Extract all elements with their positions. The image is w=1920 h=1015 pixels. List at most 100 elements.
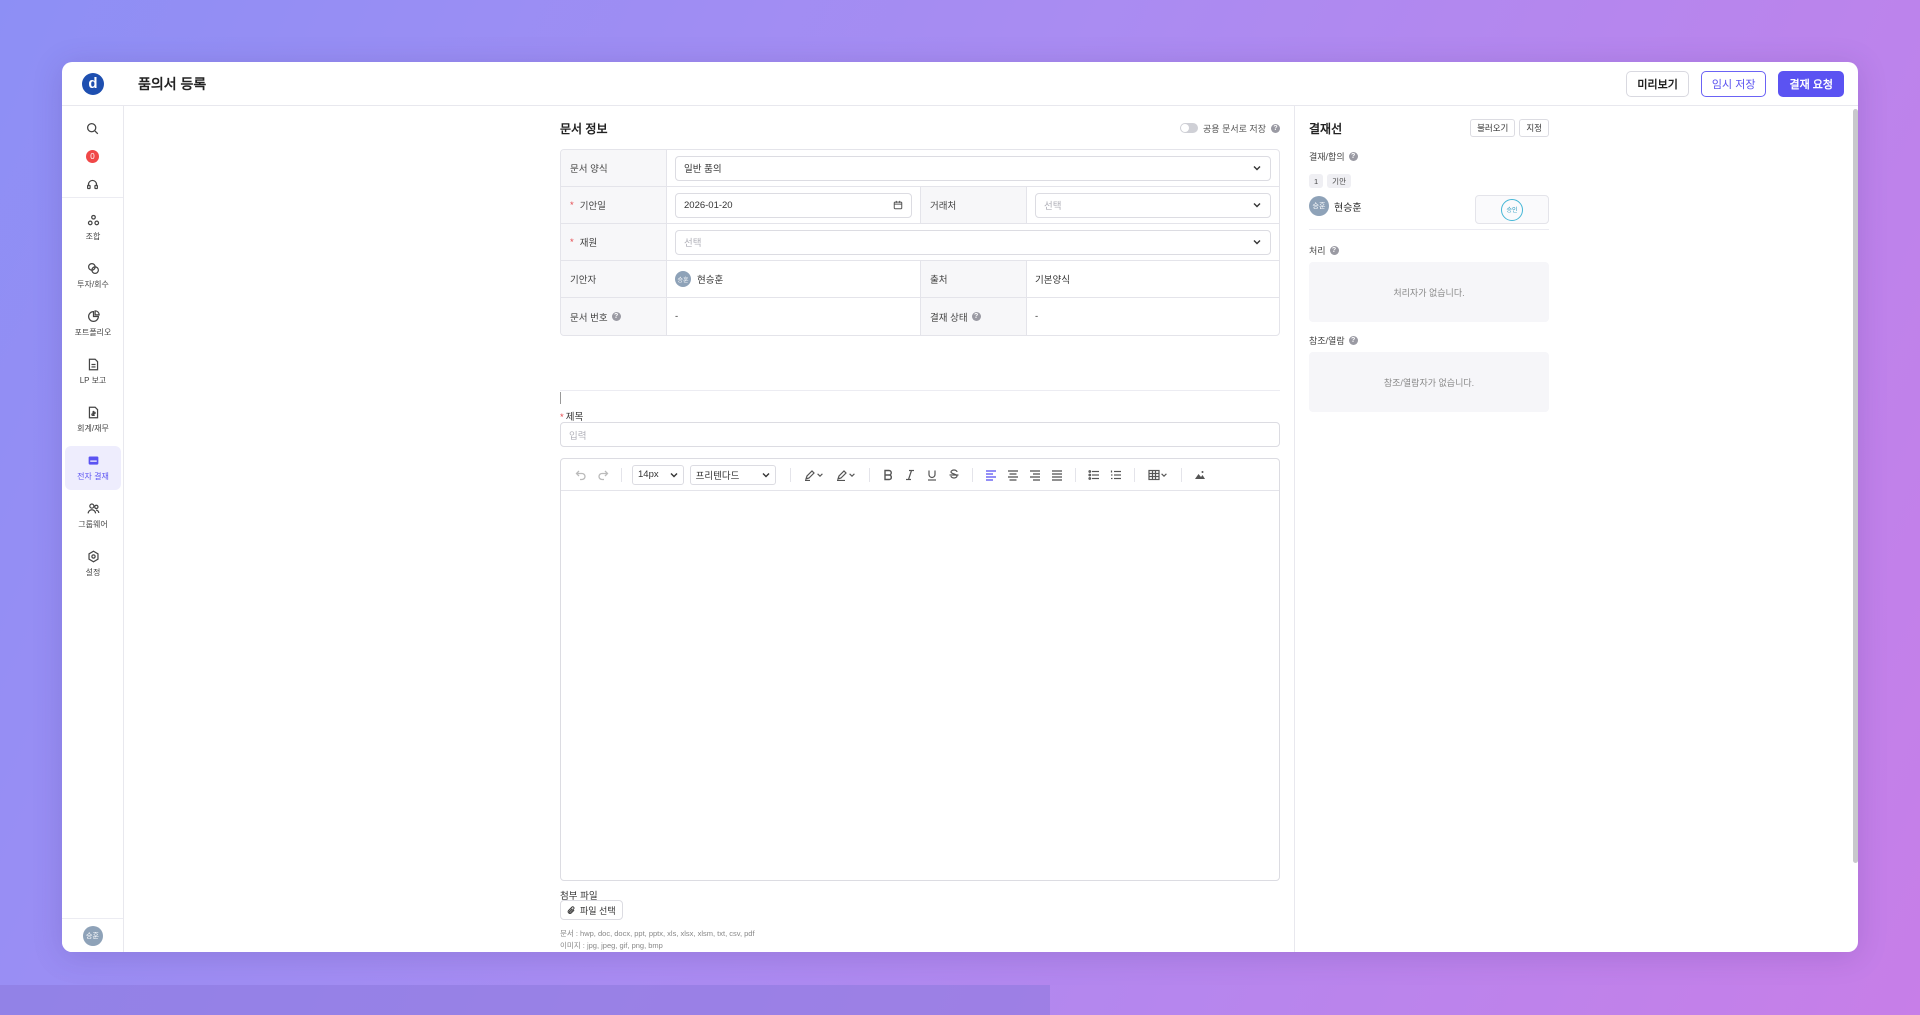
align-right-button[interactable]	[1027, 467, 1043, 483]
align-justify-icon	[1052, 469, 1063, 481]
table-button[interactable]	[1145, 467, 1171, 483]
chevron-down-icon	[817, 472, 824, 477]
help-icon[interactable]: ?	[1329, 246, 1339, 255]
image-icon	[1195, 470, 1206, 479]
redo-button[interactable]	[595, 467, 611, 483]
form-select-value: 일반 품의	[684, 164, 722, 175]
approval-line-buttons: 불러오기 지정	[1470, 119, 1549, 137]
approver: 승훈 현승훈	[1309, 196, 1362, 216]
italic-icon	[906, 469, 915, 480]
align-left-button[interactable]	[983, 467, 999, 483]
highlight-icon	[837, 469, 848, 481]
scrollbar[interactable]	[1853, 109, 1858, 863]
sidebar-bottom: 승훈	[62, 918, 123, 952]
status-label-cell: 결재 상태?	[921, 298, 1027, 335]
help-icon[interactable]: ?	[1348, 152, 1358, 161]
drafter-label: 기안자	[561, 261, 667, 297]
ordered-list-button[interactable]	[1108, 467, 1124, 483]
sidebar-top: 0	[62, 106, 123, 198]
align-center-icon	[1008, 469, 1019, 481]
reference-empty-box: 참조/열람자가 없습니다.	[1309, 352, 1549, 412]
sidebar-item-settings[interactable]: 설정	[65, 542, 121, 586]
align-center-button[interactable]	[1005, 467, 1021, 483]
align-left-icon	[986, 469, 997, 481]
calendar-icon	[893, 200, 903, 210]
preview-button[interactable]: 미리보기	[1626, 71, 1689, 97]
divider	[1309, 229, 1549, 230]
table-row: * 기안일 2026-01-20 거래처 선택	[561, 187, 1279, 224]
toolbar-separator	[1181, 467, 1183, 482]
file-select-button[interactable]: 파일 선택	[560, 900, 623, 920]
approval-line-title: 결재선	[1309, 121, 1343, 136]
toolbar-separator	[1075, 467, 1077, 482]
strikethrough-button[interactable]	[946, 467, 962, 483]
form-select[interactable]: 일반 품의	[675, 155, 1271, 181]
font-family-select[interactable]: 프리텐다드	[689, 464, 777, 485]
attachment-doc-types: 문서 : hwp, doc, docx, ppt, pptx, xls, xls…	[560, 929, 755, 938]
help-icon[interactable]: ?	[1348, 336, 1358, 345]
sidebar-item-portfolio[interactable]: 포트폴리오	[65, 302, 121, 346]
logo[interactable]: d	[62, 62, 124, 106]
temp-save-button[interactable]: 임시 저장	[1700, 71, 1767, 97]
notification-button[interactable]: 0	[62, 142, 123, 170]
load-button[interactable]: 불러오기	[1470, 119, 1516, 137]
align-justify-button[interactable]	[1049, 467, 1065, 483]
client-select[interactable]: 선택	[1035, 192, 1271, 218]
help-icon[interactable]: ?	[971, 312, 981, 321]
sidebar-item-approval[interactable]: 전자 결재	[65, 446, 121, 490]
fund-select[interactable]: 선택	[675, 229, 1271, 255]
sidebar-item-label: 투자/회수	[77, 280, 109, 289]
sidebar-item-accounting[interactable]: 회계/재무	[65, 398, 121, 442]
help-icon[interactable]: ?	[1271, 123, 1280, 133]
sidebar-item-groupware[interactable]: 그룹웨어	[65, 494, 121, 538]
draft-date-cell: 2026-01-20	[667, 187, 921, 223]
bold-icon	[884, 469, 893, 480]
sidebar-item-lp-report[interactable]: LP 보고	[65, 350, 121, 394]
user-avatar[interactable]: 승훈	[82, 925, 103, 946]
search-button[interactable]	[62, 114, 123, 142]
rich-text-editor[interactable]: 14px 프리텐다드	[560, 458, 1280, 881]
sidebar-item-label: 회계/재무	[77, 424, 109, 433]
subject-input[interactable]: 입력	[560, 422, 1280, 447]
highlight-color-button[interactable]	[833, 467, 859, 483]
drafter-cell: 승훈 현승훈	[667, 261, 921, 297]
approval-line-header: 결재선 불러오기 지정	[1309, 118, 1549, 138]
image-button[interactable]	[1192, 467, 1208, 483]
search-icon	[86, 122, 99, 134]
sidebar-item-investment[interactable]: 투자/회수	[65, 254, 121, 298]
table-row: 문서 양식 일반 품의	[561, 150, 1279, 187]
client-cell: 선택	[1027, 187, 1279, 223]
doc-info-title: 문서 정보	[560, 121, 608, 136]
support-button[interactable]	[62, 170, 123, 198]
portfolio-icon	[87, 310, 100, 322]
source-value: 기본양식	[1035, 275, 1070, 286]
union-icon	[87, 214, 99, 226]
help-icon[interactable]: ?	[611, 312, 621, 321]
accounting-icon	[88, 406, 98, 419]
bold-button[interactable]	[880, 467, 896, 483]
request-approval-button[interactable]: 결재 요청	[1778, 71, 1844, 97]
reference-section-label: 참조/열람	[1309, 336, 1345, 346]
fund-cell: 선택	[667, 224, 1279, 260]
drafter-avatar: 승훈	[675, 271, 691, 287]
italic-button[interactable]	[902, 467, 918, 483]
font-size-select[interactable]: 14px	[632, 464, 684, 485]
header-actions: 미리보기 임시 저장 결재 요청	[1626, 71, 1844, 97]
sidebar-item-label: 전자 결재	[77, 472, 109, 481]
groupware-icon	[87, 503, 99, 514]
chevron-down-icon	[1253, 166, 1261, 171]
chevron-down-icon	[1161, 472, 1168, 477]
investment-icon	[87, 263, 99, 274]
bullet-list-button[interactable]	[1086, 467, 1102, 483]
sidebar-item-union[interactable]: 조합	[65, 206, 121, 250]
chevron-down-icon	[762, 472, 770, 477]
underline-button[interactable]	[924, 467, 940, 483]
draft-date-picker[interactable]: 2026-01-20	[675, 192, 912, 218]
undo-button[interactable]	[573, 467, 589, 483]
doc-no-label: 문서 번호	[570, 312, 608, 324]
assign-button[interactable]: 지정	[1519, 119, 1549, 137]
editor-toolbar: 14px 프리텐다드	[561, 459, 1279, 491]
public-save-toggle[interactable]	[1180, 123, 1199, 133]
doc-no-label-cell: 문서 번호?	[561, 298, 667, 335]
text-color-button[interactable]	[801, 467, 827, 483]
